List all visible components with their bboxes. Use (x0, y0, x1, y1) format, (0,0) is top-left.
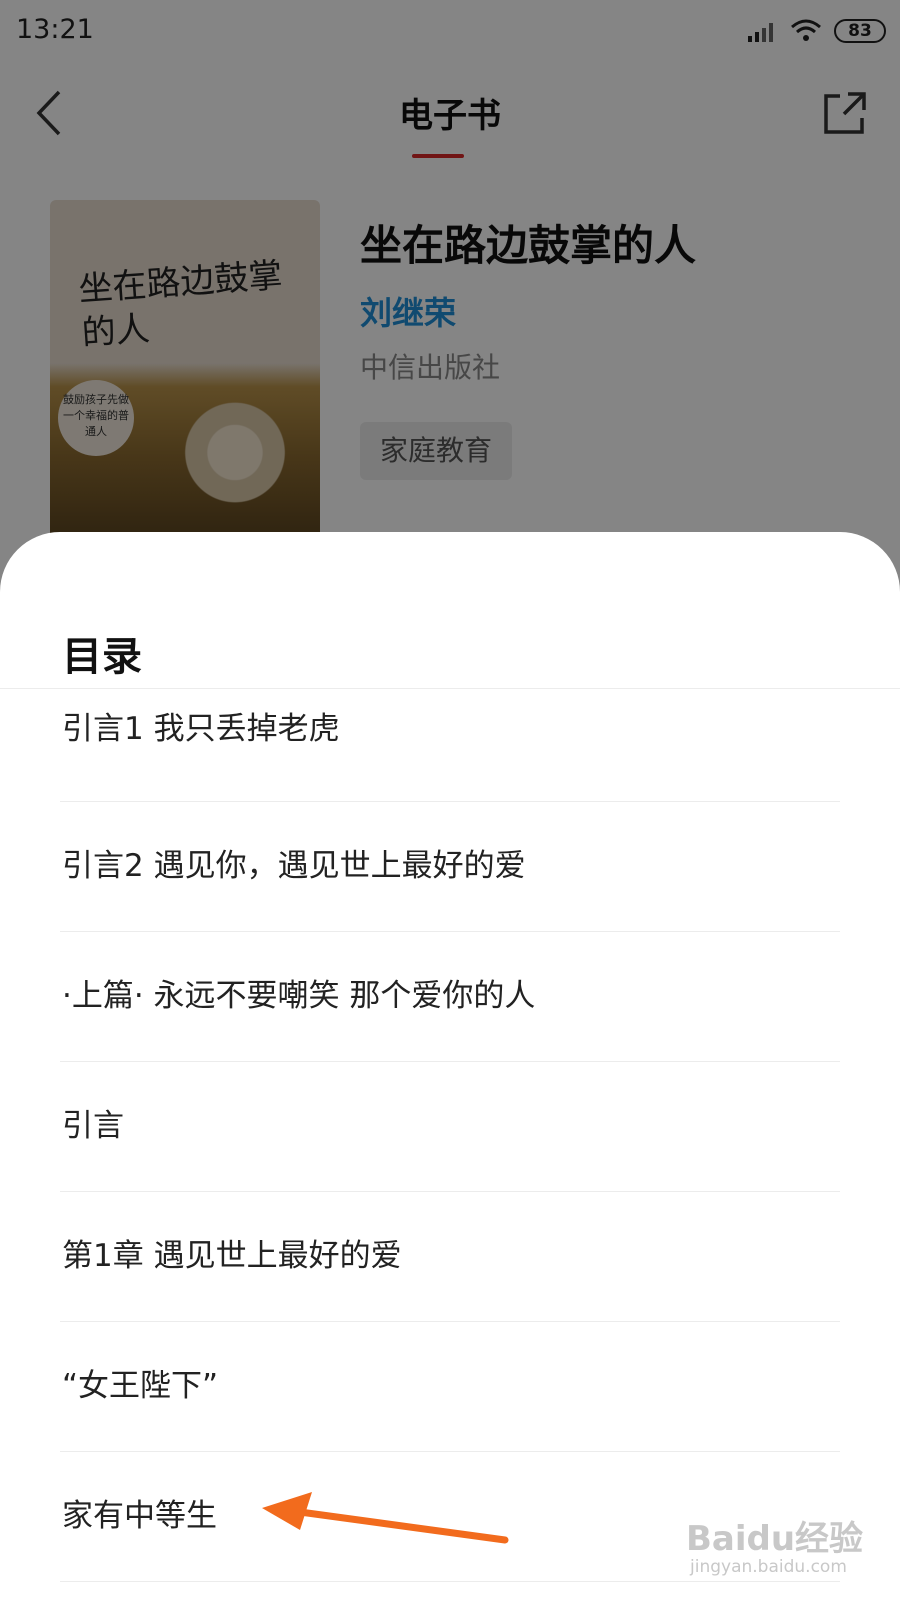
toc-title: 目录 (62, 634, 142, 680)
toc-item-label: 引言1 我只丢掉老虎 (62, 711, 340, 747)
toc-item[interactable]: “女王陛下” (0, 1322, 900, 1452)
toc-item-label: “女王陛下” (62, 1368, 219, 1404)
toc-item[interactable]: 引言 (0, 1062, 900, 1192)
toc-item-label: 引言2 遇见你，遇见世上最好的爱 (62, 848, 526, 884)
annotation-arrow-icon (262, 1492, 509, 1544)
watermark-subtext: jingyan.baidu.com (690, 1557, 847, 1577)
toc-item-label: 家有中等生 (62, 1498, 217, 1534)
baidu-watermark-logo: Baidu经验 jingyan.baidu.com (686, 1505, 886, 1585)
toc-item[interactable]: ·上篇· 永远不要嘲笑 那个爱你的人 (0, 932, 900, 1062)
toc-item-label: 第1章 遇见世上最好的爱 (62, 1238, 402, 1274)
toc-bottom-sheet: 目录 引言1 我只丢掉老虎 引言2 遇见你，遇见世上最好的爱 ·上篇· 永远不要… (0, 532, 900, 1600)
toc-item-label: ·上篇· 永远不要嘲笑 那个爱你的人 (62, 978, 536, 1014)
toc-list: 引言1 我只丢掉老虎 引言2 遇见你，遇见世上最好的爱 ·上篇· 永远不要嘲笑 … (0, 689, 900, 1582)
toc-item-label: 引言 (62, 1108, 124, 1144)
watermark-text: Baidu经验 (686, 1519, 864, 1559)
toc-item[interactable]: 引言2 遇见你，遇见世上最好的爱 (0, 802, 900, 932)
toc-item[interactable]: 引言1 我只丢掉老虎 (0, 689, 900, 802)
toc-item[interactable]: 第1章 遇见世上最好的爱 (0, 1192, 900, 1322)
